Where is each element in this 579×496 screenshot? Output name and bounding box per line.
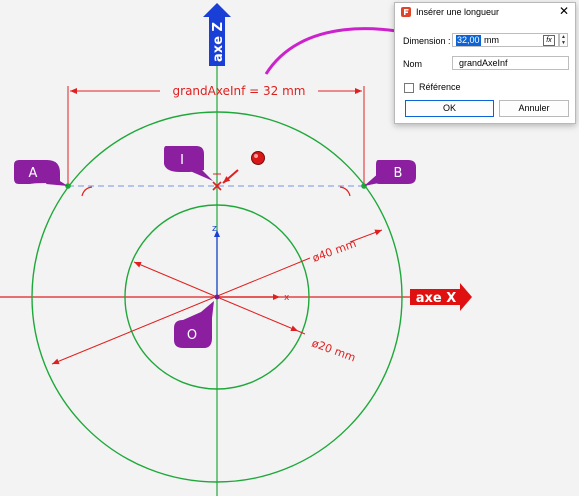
nom-value[interactable]: grandAxeInf [459, 58, 508, 69]
callout-b-label: B [394, 166, 403, 181]
reference-checkbox[interactable] [404, 83, 414, 93]
diameter-20-label[interactable]: ø20 mm [310, 337, 357, 365]
callout-o-label: O [187, 328, 197, 343]
record-dot [251, 151, 265, 165]
midpoint-pointer-arrow [222, 169, 239, 184]
close-icon[interactable]: ✕ [557, 4, 571, 19]
axis-z-label: axe Z [211, 22, 226, 62]
dimension-unit: mm [484, 35, 499, 45]
cancel-button[interactable]: Annuler [499, 100, 569, 117]
small-x-label: x [284, 293, 290, 303]
diameter-40-line [51, 257, 311, 365]
reference-label: Référence [419, 82, 461, 92]
axis-x-label: axe X [416, 291, 457, 306]
callout-i-label: I [180, 153, 184, 168]
arc-marker-right [339, 186, 351, 197]
dialog-titlebar[interactable]: Insérer une longueur ✕ [395, 3, 575, 21]
insert-length-dialog: Insérer une longueur ✕ Dimension : 32,00… [394, 2, 576, 124]
arc-marker-left [81, 186, 93, 197]
nom-label: Nom [403, 59, 423, 69]
dialog-title: Insérer une longueur [416, 7, 500, 17]
diameter-40-label[interactable]: ø40 mm [311, 237, 358, 265]
small-x-arrowhead [273, 294, 280, 300]
dimension-text[interactable]: grandAxeInf = 32 mm [173, 84, 306, 98]
dimension-value[interactable]: 32,00 [456, 35, 481, 46]
record-dot-highlight [254, 154, 258, 158]
nom-input[interactable]: grandAxeInf [452, 56, 569, 70]
origin-point[interactable] [214, 294, 220, 300]
small-z-label: z [212, 224, 217, 234]
app-logo-icon [401, 7, 411, 17]
dimension-input[interactable]: 32,00 mm fx [452, 33, 559, 47]
diameter-40-line-end [349, 229, 383, 243]
ok-button[interactable]: OK [405, 100, 494, 117]
fx-icon[interactable]: fx [543, 35, 555, 46]
callout-a-label: A [29, 166, 38, 181]
dimension-label: Dimension : [403, 36, 451, 46]
dimension-spinner[interactable]: ▲ ▼ [559, 33, 568, 47]
diameter-20-line [133, 261, 218, 298]
spin-down-icon[interactable]: ▼ [560, 40, 567, 46]
